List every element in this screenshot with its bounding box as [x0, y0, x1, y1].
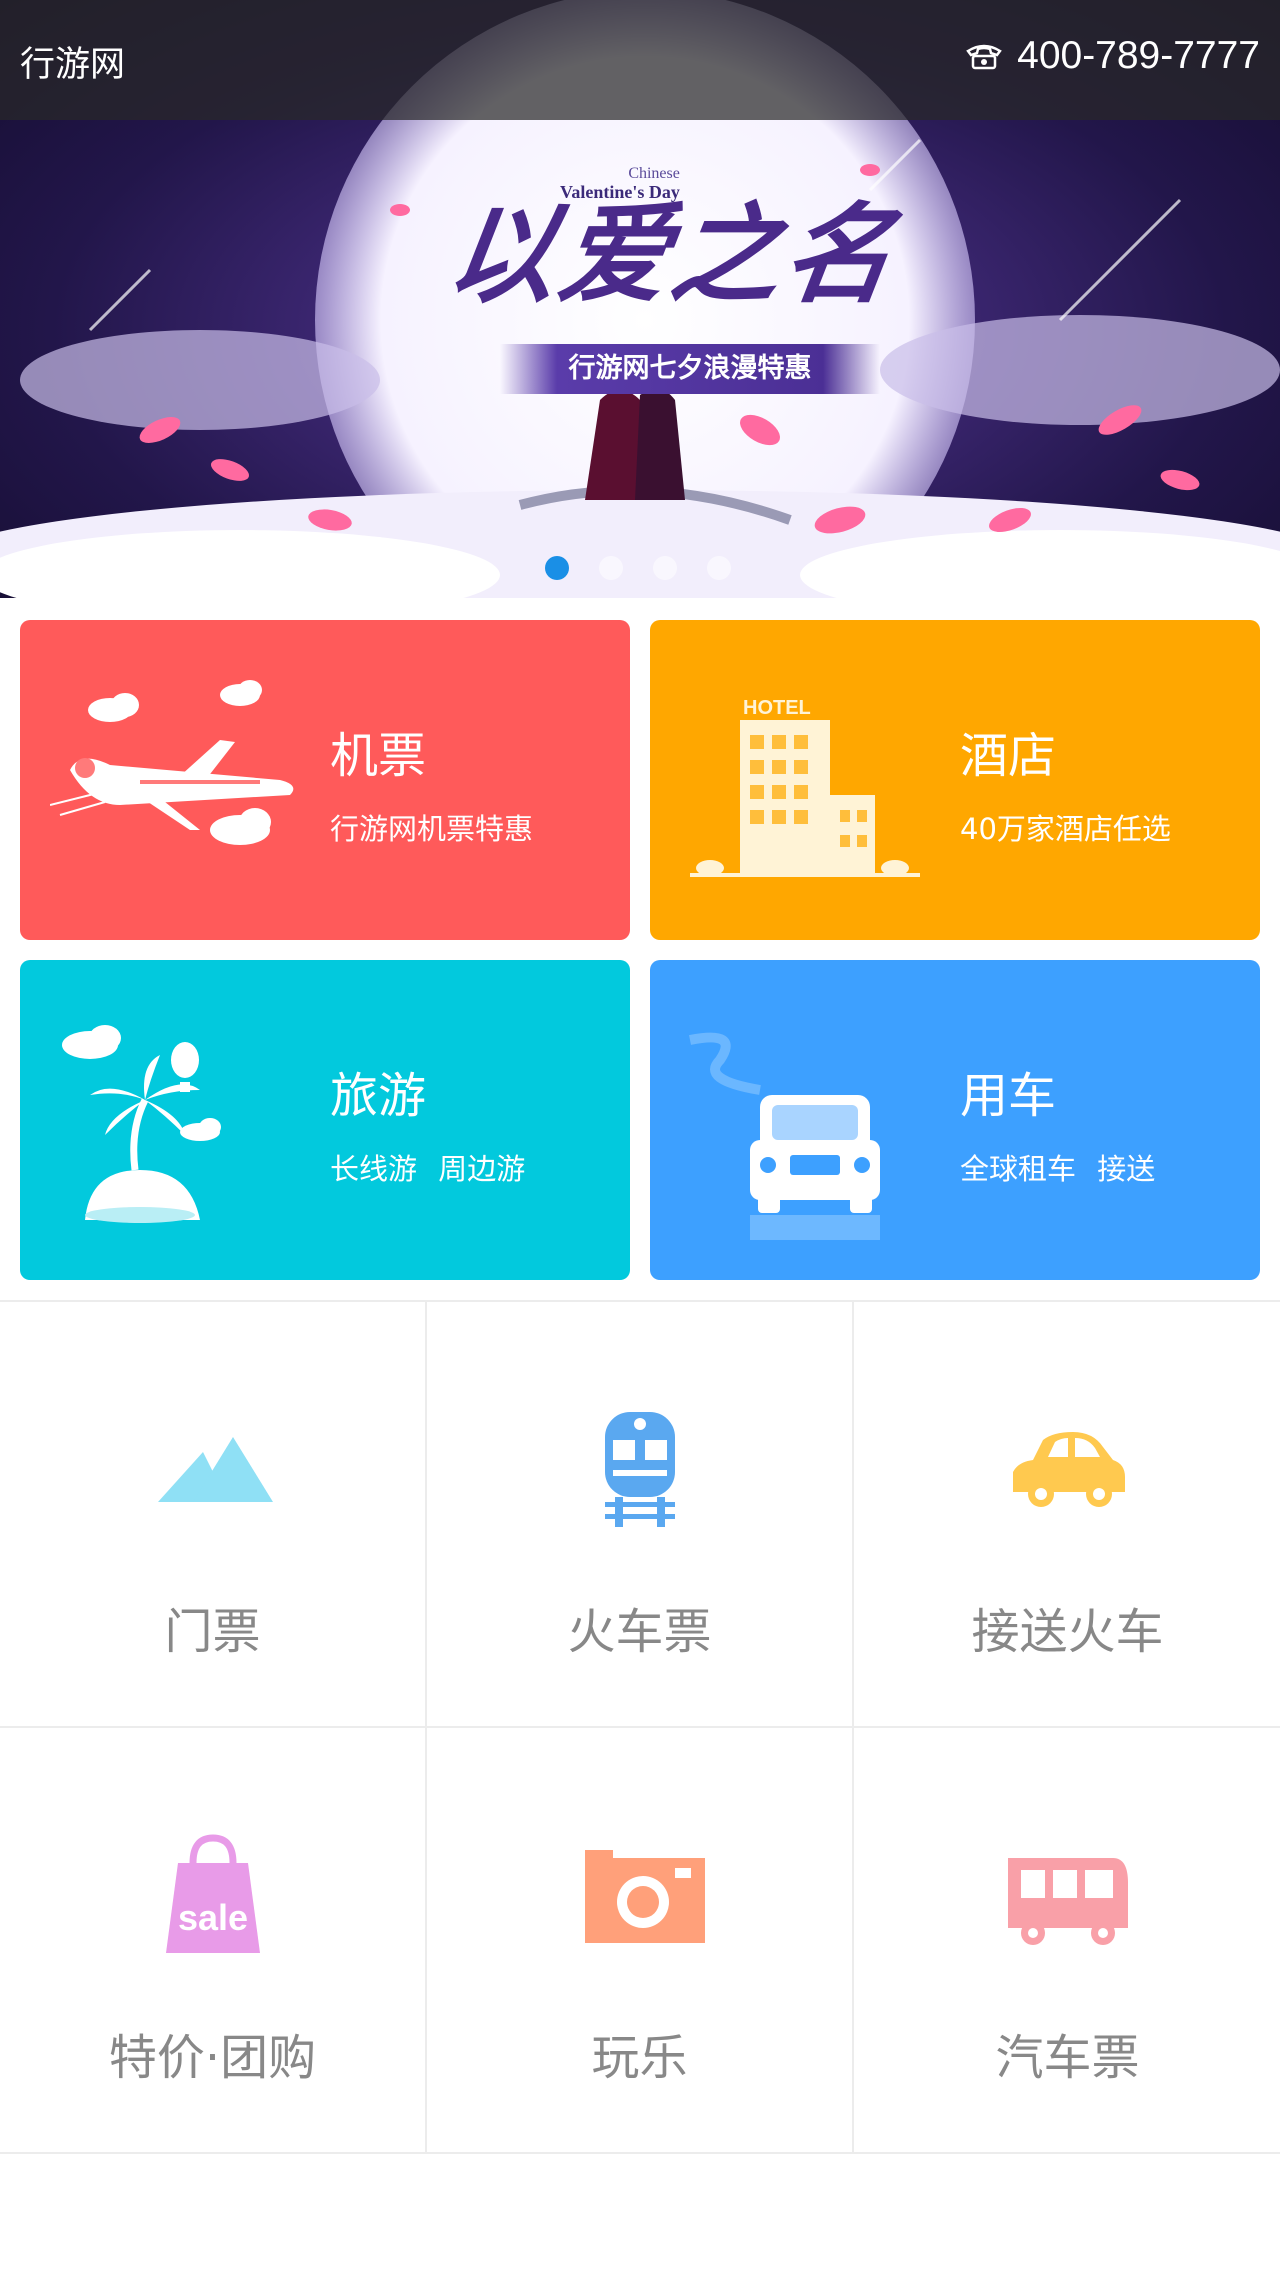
hotel-sign: HOTEL	[743, 697, 811, 719]
card-hotel[interactable]: HOTEL 酒店 40万家酒店任选	[650, 620, 1260, 940]
grid-item-label: 火车票	[567, 1604, 712, 1660]
card-tour-subtitle: 长线游 周边游	[330, 1152, 526, 1186]
telephone-icon	[966, 44, 1002, 70]
bus-icon	[1007, 1858, 1128, 1945]
carousel-dots[interactable]	[545, 556, 731, 580]
mountain-icon	[157, 1437, 273, 1502]
airplane-icon	[50, 680, 294, 845]
grid-item-label: 特价·团购	[108, 2030, 317, 2086]
card-car-title: 用车	[960, 1068, 1057, 1124]
grid-item-transfer[interactable]: 接送火车	[854, 1302, 1280, 1728]
sale-text: sale	[177, 1897, 247, 1938]
carousel-dot[interactable]	[599, 556, 623, 580]
train-icon	[604, 1412, 675, 1527]
service-grid: 门票 火车票 接送火车 sale 特价·团购 玩乐 汽车票	[0, 1300, 1280, 2154]
top-bar: 行游网 400-789-7777	[0, 0, 1280, 120]
grid-item-label: 玩乐	[591, 2030, 688, 2086]
grid-item-label: 接送火车	[971, 1604, 1164, 1660]
grid-item-tickets[interactable]: 门票	[0, 1302, 427, 1728]
brand-name[interactable]: 行游网	[20, 36, 125, 87]
card-flight[interactable]: 机票 行游网机票特惠	[20, 620, 630, 940]
sale-bag-icon: sale	[165, 1834, 260, 1953]
card-flight-subtitle: 行游网机票特惠	[330, 812, 534, 846]
banner-ribbon: 行游网七夕浪漫特惠	[500, 344, 880, 394]
card-tour-title: 旅游	[330, 1068, 427, 1124]
card-car[interactable]: 用车 全球租车 接送	[650, 960, 1260, 1280]
phone-link[interactable]: 400-789-7777	[965, 34, 1260, 78]
card-hotel-title: 酒店	[960, 728, 1057, 784]
card-hotel-subtitle: 40万家酒店任选	[960, 812, 1171, 846]
carousel-dot[interactable]	[653, 556, 677, 580]
phone-number: 400-789-7777	[1017, 34, 1260, 77]
grid-item-train[interactable]: 火车票	[427, 1302, 854, 1728]
card-car-subtitle: 全球租车 接送	[960, 1152, 1156, 1186]
camera-icon	[584, 1850, 705, 1943]
card-tour[interactable]: 旅游 长线游 周边游	[20, 960, 630, 1280]
car-icon	[1012, 1432, 1125, 1507]
carousel-dot[interactable]	[707, 556, 731, 580]
grid-item-label: 门票	[164, 1604, 261, 1660]
grid-item-deals[interactable]: sale 特价·团购	[0, 1728, 427, 2154]
banner-calligraphy: 以爱之名	[439, 192, 906, 318]
hero-banner[interactable]: Chinese Valentine's Day 以爱之名 行游网七夕浪漫特惠 行…	[0, 0, 1280, 598]
card-flight-title: 机票	[330, 728, 427, 784]
hotel-icon: HOTEL	[690, 697, 920, 877]
carousel-dot[interactable]	[545, 556, 569, 580]
grid-item-bus[interactable]: 汽车票	[854, 1728, 1280, 2154]
island-icon	[62, 1025, 221, 1223]
grid-item-fun[interactable]: 玩乐	[427, 1728, 854, 2154]
grid-item-label: 汽车票	[995, 2030, 1140, 2086]
car-front-icon	[689, 1032, 880, 1240]
